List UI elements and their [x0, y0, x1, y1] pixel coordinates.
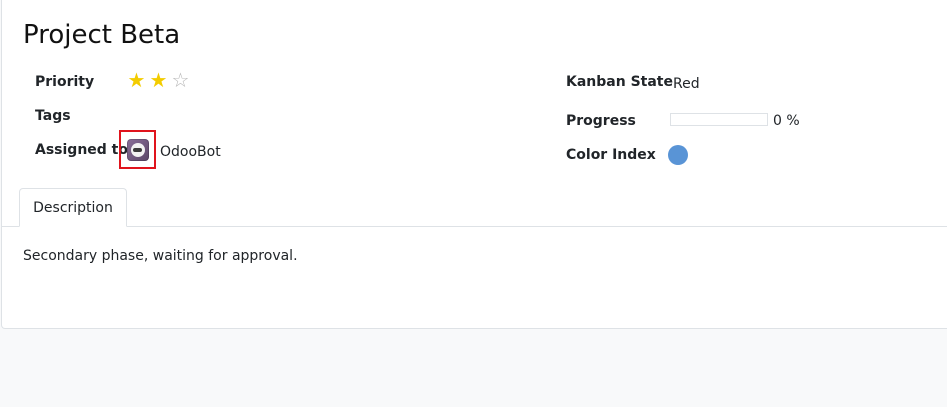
- record-title: Project Beta: [23, 20, 181, 50]
- tags-label: Tags: [35, 108, 71, 124]
- bot-face-icon: [130, 142, 145, 157]
- color-index-swatch[interactable]: [668, 145, 688, 165]
- assigned-user-name[interactable]: OdooBot: [160, 142, 221, 162]
- progress-bar: [670, 113, 768, 126]
- priority-label: Priority: [35, 74, 95, 90]
- color-index-label: Color Index: [566, 147, 656, 163]
- star-filled-icon[interactable]: ★: [148, 70, 169, 90]
- form-sheet: Project Beta Priority ★ ★ ☆ Tags Assigne…: [1, 0, 947, 329]
- assigned-to-label: Assigned to: [35, 142, 128, 158]
- tab-description[interactable]: Description: [19, 188, 127, 227]
- progress-value: 0 %: [773, 113, 800, 129]
- kanban-state-value[interactable]: Red: [673, 74, 700, 94]
- star-empty-icon[interactable]: ☆: [170, 70, 191, 90]
- progress-label: Progress: [566, 113, 636, 129]
- tabs-divider: [2, 226, 947, 227]
- avatar-highlight[interactable]: [119, 130, 156, 169]
- priority-widget[interactable]: ★ ★ ☆: [126, 70, 191, 90]
- kanban-state-label: Kanban State: [566, 74, 673, 90]
- avatar[interactable]: [126, 138, 149, 161]
- description-text: Secondary phase, waiting for approval.: [23, 248, 298, 264]
- star-filled-icon[interactable]: ★: [126, 70, 147, 90]
